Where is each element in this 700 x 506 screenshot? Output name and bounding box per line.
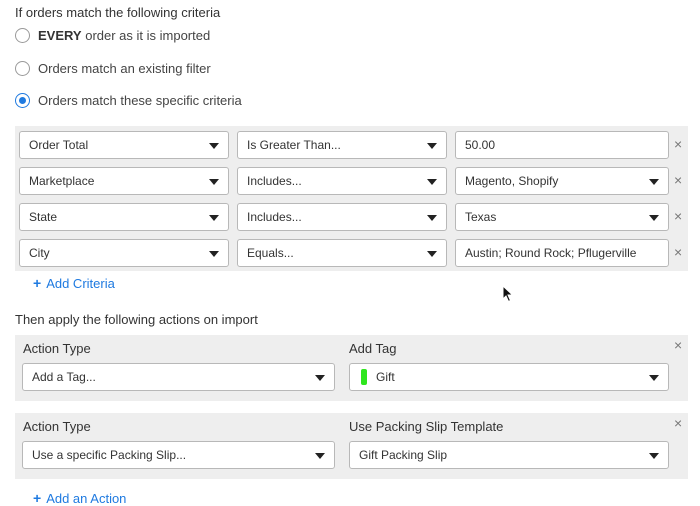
criteria-panel: Order Total Is Greater Than... 50.00 × M… xyxy=(15,126,688,271)
close-icon[interactable]: × xyxy=(674,172,682,188)
chevron-down-icon xyxy=(649,375,659,381)
action-type-label: Action Type xyxy=(23,341,91,356)
trigger-title: If orders match the following criteria xyxy=(15,5,221,20)
chevron-down-icon xyxy=(315,375,325,381)
criteria-operator-select[interactable]: Includes... xyxy=(237,167,447,195)
criteria-value-select[interactable]: Magento, Shopify xyxy=(455,167,669,195)
radio-button[interactable] xyxy=(15,27,30,43)
chevron-down-icon xyxy=(427,143,437,149)
action-type-select[interactable]: Use a specific Packing Slip... xyxy=(22,441,335,469)
tag-select[interactable]: Gift xyxy=(349,363,669,391)
close-icon[interactable]: × xyxy=(674,337,682,353)
criteria-row: Order Total Is Greater Than... 50.00 × xyxy=(15,131,688,159)
action-panel: Action Type Add Tag Add a Tag... Gift × xyxy=(15,335,688,401)
close-icon[interactable]: × xyxy=(674,208,682,224)
criteria-row: Marketplace Includes... Magento, Shopify… xyxy=(15,167,688,195)
chevron-down-icon xyxy=(315,453,325,459)
radio-button[interactable] xyxy=(15,60,30,76)
chevron-down-icon xyxy=(649,179,659,185)
criteria-operator-select[interactable]: Is Greater Than... xyxy=(237,131,447,159)
action-panel: Action Type Use Packing Slip Template Us… xyxy=(15,413,688,479)
criteria-field-select[interactable]: State xyxy=(19,203,229,231)
close-icon[interactable]: × xyxy=(674,244,682,260)
chevron-down-icon xyxy=(209,179,219,185)
add-action-link[interactable]: + Add an Action xyxy=(33,490,126,506)
tag-color-swatch xyxy=(361,369,367,385)
criteria-field-select[interactable]: Marketplace xyxy=(19,167,229,195)
radio-specific-criteria[interactable]: Orders match these specific criteria xyxy=(15,90,242,110)
criteria-row: City Equals... Austin; Round Rock; Pflug… xyxy=(15,239,688,267)
radio-button-selected[interactable] xyxy=(15,92,30,108)
radio-label: Orders match these specific criteria xyxy=(38,92,242,108)
criteria-field-select[interactable]: City xyxy=(19,239,229,267)
radio-existing-filter[interactable]: Orders match an existing filter xyxy=(15,58,211,78)
action-type-label: Action Type xyxy=(23,419,91,434)
add-criteria-link[interactable]: + Add Criteria xyxy=(33,275,115,291)
close-icon[interactable]: × xyxy=(674,136,682,152)
action-param-label: Use Packing Slip Template xyxy=(349,419,504,434)
plus-icon: + xyxy=(33,490,42,506)
chevron-down-icon xyxy=(427,179,437,185)
criteria-row: State Includes... Texas × xyxy=(15,203,688,231)
chevron-down-icon xyxy=(427,215,437,221)
chevron-down-icon xyxy=(427,251,437,257)
add-action-label: Add an Action xyxy=(46,490,127,506)
actions-title: Then apply the following actions on impo… xyxy=(15,312,258,327)
radio-every-order[interactable]: EVERY order as it is imported xyxy=(15,25,210,45)
action-param-label: Add Tag xyxy=(349,341,397,356)
criteria-field-select[interactable]: Order Total xyxy=(19,131,229,159)
criteria-value-input[interactable]: 50.00 xyxy=(455,131,669,159)
criteria-operator-select[interactable]: Includes... xyxy=(237,203,447,231)
plus-icon: + xyxy=(33,275,42,291)
chevron-down-icon xyxy=(209,251,219,257)
action-type-select[interactable]: Add a Tag... xyxy=(22,363,335,391)
packing-slip-select[interactable]: Gift Packing Slip xyxy=(349,441,669,469)
chevron-down-icon xyxy=(649,453,659,459)
add-criteria-label: Add Criteria xyxy=(46,275,115,291)
mouse-cursor-icon xyxy=(502,285,514,303)
criteria-value-input[interactable]: Austin; Round Rock; Pflugerville xyxy=(455,239,669,267)
close-icon[interactable]: × xyxy=(674,415,682,431)
chevron-down-icon xyxy=(209,143,219,149)
radio-label: EVERY order as it is imported xyxy=(38,27,211,43)
radio-label: Orders match an existing filter xyxy=(38,60,211,76)
criteria-operator-select[interactable]: Equals... xyxy=(237,239,447,267)
criteria-value-select[interactable]: Texas xyxy=(455,203,669,231)
chevron-down-icon xyxy=(649,215,659,221)
chevron-down-icon xyxy=(209,215,219,221)
